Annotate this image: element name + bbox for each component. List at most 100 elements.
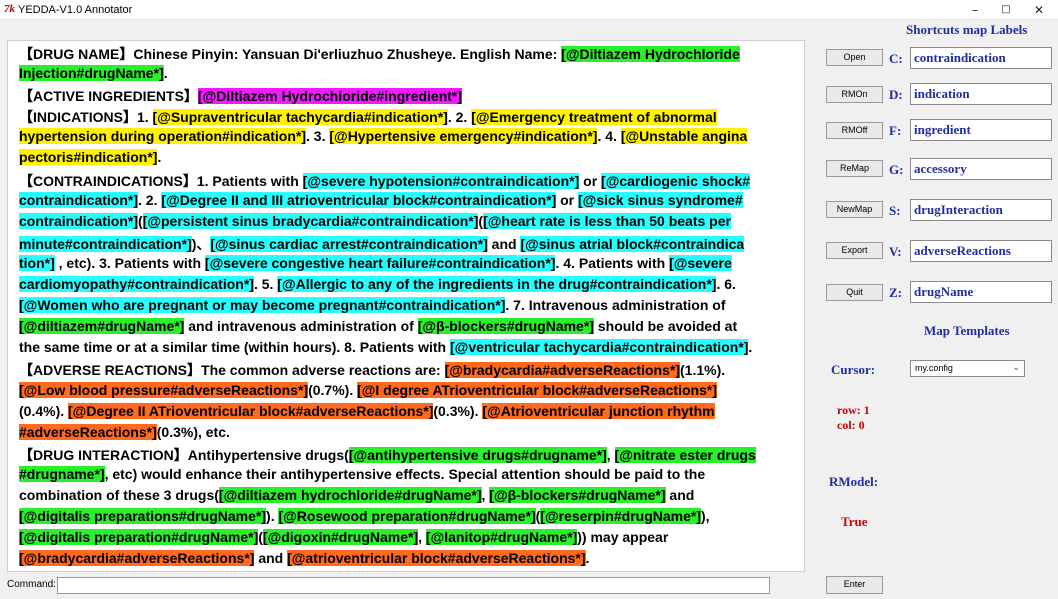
entity-annotation: [@nitrate ester drugs [614, 446, 756, 463]
plain-text: ( [138, 212, 143, 229]
entity-annotation: [@Supraventricular tachycardia#indicatio… [152, 109, 448, 126]
plain-text: (0.3%). [433, 402, 483, 419]
shortcut-key: G: [889, 162, 904, 177]
plain-text: and [487, 235, 521, 252]
map-templates-header: Map Templates [924, 323, 1010, 338]
plain-text: 【DRUG INTERACTION】Antihypertensive drugs… [19, 446, 349, 463]
config-dropdown[interactable]: my.config ⌄ [910, 360, 1025, 377]
entity-annotation: [@cardiogenic shock# [601, 172, 751, 189]
entity-annotation: hypertension during operation#indication… [19, 128, 307, 145]
editor-line: (0.4%). [@Degree II ATrioventricular blo… [19, 402, 804, 424]
entity-annotation: [@Emergency treatment of abnormal [471, 109, 717, 126]
shortcut-label-field[interactable]: indication [910, 83, 1052, 105]
shortcut-key: Z: [889, 285, 902, 300]
plain-text: , etc) would enhance their antihypertens… [104, 465, 706, 482]
editor-line: contraindication*]. 2. [@Degree II and I… [19, 191, 804, 213]
entity-annotation: [@digitalis preparation#drugName*] [19, 529, 259, 546]
command-input[interactable] [57, 577, 770, 594]
entity-annotation: contraindication*] [19, 191, 139, 208]
editor-line: tion*] , etc). 3. Patients with [@severe… [19, 254, 804, 276]
shortcut-label-field[interactable]: adverseReactions [910, 240, 1052, 262]
close-icon[interactable]: ✕ [1022, 0, 1056, 20]
entity-annotation: [@sick sinus syndrome# [578, 191, 743, 208]
shortcut-label-field[interactable]: accessory [910, 158, 1052, 180]
cursor-row: row: 1 [837, 403, 870, 417]
entity-annotation: [@Diltiazem Hydrochloride#ingredient*] [197, 88, 463, 105]
remap-button[interactable]: ReMap [826, 160, 883, 177]
minimize-icon[interactable]: – [958, 0, 992, 20]
entity-annotation: #adverseReactions*] [19, 423, 157, 440]
entity-annotation: [@severe congestive heart failure#contra… [204, 254, 556, 271]
entity-annotation: [@Hypertensive emergency#indication*] [329, 128, 598, 145]
editor-line: pectoris#indication*]. [19, 149, 804, 170]
editor-line: 【CONTRAINDICATIONS】1. Patients with [@se… [19, 171, 804, 192]
editor-line: [@digitalis preparations#drugName*]). [@… [19, 508, 804, 529]
entity-annotation: [@bradycardia#adverseReactions*] [444, 362, 680, 379]
chevron-down-icon: ⌄ [1012, 362, 1020, 372]
shortcut-key: D: [889, 87, 903, 102]
rmon-button[interactable]: RMOn [826, 86, 883, 103]
plain-text: (0.4%). [19, 402, 69, 419]
entity-annotation: [@antihypertensive drugs#drugname*] [348, 446, 607, 463]
plain-text: (0.7%). [308, 381, 358, 398]
plain-text: or [579, 172, 602, 189]
plain-text: , [606, 446, 615, 463]
plain-text: and [254, 550, 288, 567]
quit-button[interactable]: Quit [826, 284, 883, 301]
plain-text: )) may appear [577, 529, 669, 546]
editor-line: 【ADVERSE REACTIONS】The common adverse re… [19, 360, 804, 381]
editor-line: the same time or at a similar time (with… [19, 339, 804, 360]
app-icon: 7k [4, 3, 15, 15]
plain-text: . [163, 65, 168, 82]
entity-annotation: [@Diltiazem Hydrochloride [561, 46, 740, 62]
editor-line: contraindication*]([@persistent sinus br… [19, 212, 804, 234]
editor-line: [@Women who are pregnant or may become p… [19, 297, 804, 318]
entity-annotation: [@Low blood pressure#adverseReactions*] [19, 381, 309, 398]
plain-text: )、 [191, 235, 211, 252]
shortcut-label-field[interactable]: drugInteraction [910, 199, 1052, 221]
enter-button[interactable]: Enter [826, 576, 883, 594]
plain-text: . 5. [253, 276, 278, 293]
plain-text: 【ADVERSE REACTIONS】The common adverse re… [19, 362, 445, 379]
shortcut-label-field[interactable]: drugName [910, 281, 1052, 303]
entity-annotation: [@diltiazem#drugName*] [19, 318, 185, 335]
editor-line: minute#contraindication*])、[@sinus cardi… [19, 234, 804, 255]
command-label: Command: [7, 579, 56, 590]
plain-text: . 2. [447, 109, 472, 126]
editor-line: [@digitalis preparation#drugName*]([@dig… [19, 529, 804, 550]
shortcut-label-field[interactable]: ingredient [910, 119, 1052, 141]
editor-line: combination of these 3 drugs([@diltiazem… [19, 486, 804, 508]
plain-text: ). [266, 508, 279, 525]
editor-line: #drugname*], etc) would enhance their an… [19, 465, 804, 487]
annotation-text-editor[interactable]: 【DRUG NAME】Chinese Pinyin: Yansuan Di'er… [7, 40, 805, 572]
entity-annotation: [@digoxin#drugName*] [262, 529, 419, 546]
config-dropdown-value: my.config [915, 363, 953, 373]
entity-annotation: [@ventricular tachycardia#contraindicati… [450, 339, 749, 356]
editor-line: #adverseReactions*](0.3%), etc. [19, 423, 804, 445]
editor-line: [@bradycardia#adverseReactions*] and [@a… [19, 550, 804, 571]
plain-text: (0.3%), etc. [156, 423, 230, 440]
entity-annotation: Injection#drugName*] [19, 65, 164, 82]
shortcut-key: F: [889, 123, 902, 138]
editor-line: 【DRUG INTERACTION】Antihypertensive drugs… [19, 445, 804, 466]
entity-annotation: [@β-blockers#drugName*] [489, 486, 666, 503]
plain-text: should be avoided at [593, 318, 738, 335]
rmodel-value: True [841, 514, 868, 529]
maximize-icon[interactable]: □ [989, 0, 1023, 20]
editor-line: hypertension during operation#indication… [19, 128, 804, 149]
rmoff-button[interactable]: RMOff [826, 122, 883, 139]
shortcut-label-field[interactable]: contraindication [910, 47, 1052, 69]
entity-annotation: [@heart rate is less than 50 beats per [483, 212, 731, 229]
plain-text: 【DRUG NAME】Chinese Pinyin: Yansuan Di'er… [19, 46, 562, 62]
title-bar: 7k YEDDA-V1.0 Annotator – □ ✕ [0, 0, 1058, 20]
cursor-label: Cursor: [831, 362, 876, 377]
plain-text: . 7. Intravenous administration of [505, 297, 726, 314]
open-button[interactable]: Open [826, 49, 883, 66]
entity-annotation: [@severe hypotension#contraindication*] [302, 172, 580, 189]
entity-annotation: [@β-blockers#drugName*] [417, 318, 594, 335]
export-button[interactable]: Export [826, 242, 883, 259]
newmap-button[interactable]: NewMap [826, 201, 883, 218]
shortcut-key: V: [889, 244, 902, 259]
entity-annotation: #drugname*] [19, 465, 105, 482]
editor-line: 【ACTIVE INGREDIENTS】[@Diltiazem Hydrochl… [19, 86, 804, 107]
